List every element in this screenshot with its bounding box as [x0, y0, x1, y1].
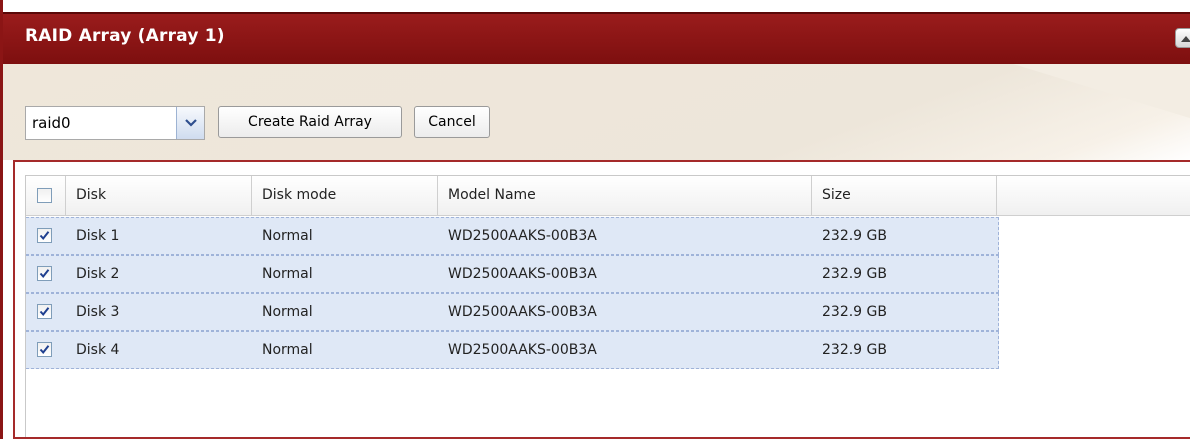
row-select-cell [26, 256, 66, 292]
toolbar: raid0 Create Raid Array Cancel [3, 64, 1190, 160]
collapse-button[interactable] [1175, 28, 1190, 48]
cell-disk-mode: Normal [262, 266, 313, 282]
cell-model-name: WD2500AAKS-00B3A [448, 342, 597, 358]
cell-disk: Disk 3 [76, 304, 120, 320]
cell-disk-mode: Normal [262, 342, 313, 358]
raid-level-dropdown-trigger[interactable] [176, 107, 204, 139]
grid-header: Disk Disk mode Model Name Size [26, 176, 1190, 216]
panel-titlebar: RAID Array (Array 1) [3, 12, 1190, 64]
check-icon [39, 269, 50, 279]
chevron-down-icon [185, 119, 197, 127]
table-row[interactable]: Disk 3 Normal WD2500AAKS-00B3A 232.9 GB [26, 293, 999, 331]
check-icon [39, 307, 50, 317]
table-row[interactable]: Disk 4 Normal WD2500AAKS-00B3A 232.9 GB [26, 331, 999, 369]
row-select-cell [26, 218, 66, 254]
chevron-up-icon [1181, 36, 1190, 42]
table-row[interactable]: Disk 2 Normal WD2500AAKS-00B3A 232.9 GB [26, 255, 999, 293]
cell-disk: Disk 1 [76, 228, 120, 244]
column-header-disk-mode[interactable]: Disk mode [252, 176, 438, 215]
row-checkbox[interactable] [37, 342, 52, 357]
cell-disk: Disk 4 [76, 342, 120, 358]
raid-array-panel: RAID Array (Array 1) raid0 Create Raid A… [0, 0, 1190, 439]
header-select-cell [26, 176, 66, 215]
table-row[interactable]: Disk 1 Normal WD2500AAKS-00B3A 232.9 GB [26, 217, 999, 255]
row-checkbox[interactable] [37, 304, 52, 319]
panel-title: RAID Array (Array 1) [25, 26, 225, 46]
cell-disk: Disk 2 [76, 266, 120, 282]
check-icon [39, 345, 50, 355]
cell-size: 232.9 GB [822, 304, 887, 320]
cell-size: 232.9 GB [822, 228, 887, 244]
column-header-disk[interactable]: Disk [66, 176, 252, 215]
cell-model-name: WD2500AAKS-00B3A [448, 304, 597, 320]
create-raid-array-button[interactable]: Create Raid Array [218, 106, 402, 138]
cell-size: 232.9 GB [822, 266, 887, 282]
column-header-model-name[interactable]: Model Name [438, 176, 812, 215]
cell-disk-mode: Normal [262, 304, 313, 320]
raid-level-select[interactable]: raid0 [25, 106, 205, 140]
cell-model-name: WD2500AAKS-00B3A [448, 228, 597, 244]
column-header-size[interactable]: Size [812, 176, 997, 215]
cell-model-name: WD2500AAKS-00B3A [448, 266, 597, 282]
disk-grid: Disk Disk mode Model Name Size Disk 1 No… [25, 175, 1190, 437]
check-icon [39, 231, 50, 241]
row-checkbox[interactable] [37, 266, 52, 281]
toolbar-highlight [1013, 64, 1190, 119]
select-all-checkbox[interactable] [37, 188, 52, 203]
cell-size: 232.9 GB [822, 342, 887, 358]
row-select-cell [26, 294, 66, 330]
row-select-cell [26, 332, 66, 368]
cell-disk-mode: Normal [262, 228, 313, 244]
raid-level-value: raid0 [32, 114, 71, 132]
column-header-filler [997, 176, 1190, 215]
row-checkbox[interactable] [37, 228, 52, 243]
cancel-button[interactable]: Cancel [414, 106, 490, 138]
